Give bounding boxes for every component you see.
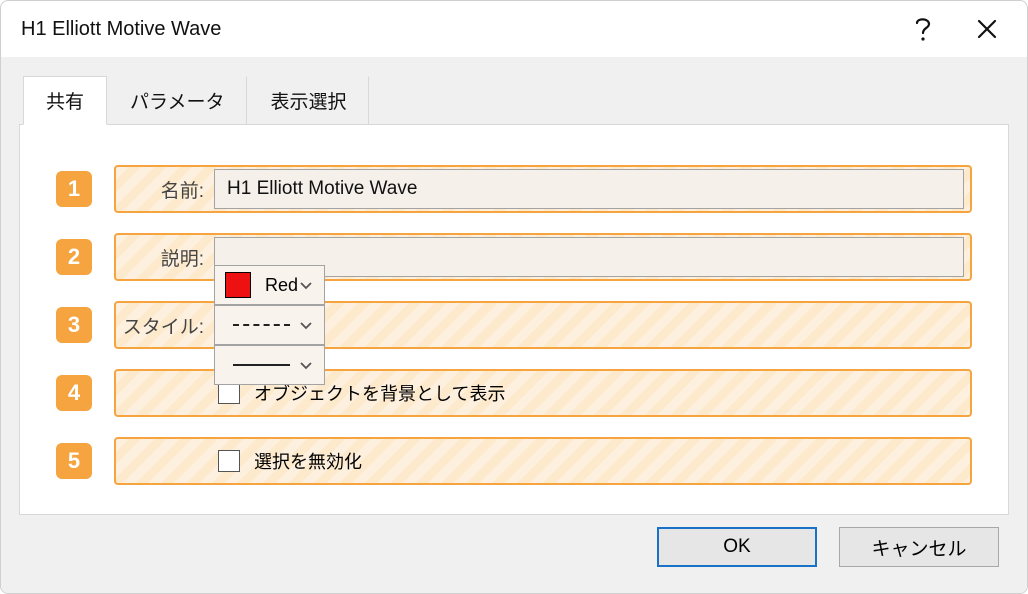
close-button[interactable] [955, 5, 1019, 53]
tab-parameters[interactable]: パラメータ [107, 76, 247, 125]
tab-label: パラメータ [130, 92, 224, 113]
tab-label: 共有 [46, 92, 84, 113]
badge-2: 2 [56, 239, 92, 275]
tab-visibility[interactable]: 表示選択 [247, 76, 369, 125]
dialog-window: H1 Elliott Motive Wave 共有 パラメータ 表示選択 1 [0, 0, 1028, 594]
color-name: Red [265, 275, 298, 296]
chevron-down-icon [298, 317, 314, 333]
name-input[interactable] [214, 169, 964, 209]
ok-button[interactable]: OK [657, 527, 817, 567]
badge-3: 3 [56, 307, 92, 343]
style-controls: Red [214, 265, 325, 385]
badge-4: 4 [56, 375, 92, 411]
description-input[interactable] [214, 237, 964, 277]
badge-5: 5 [56, 443, 92, 479]
close-icon [976, 18, 998, 40]
line-style-select[interactable] [214, 305, 325, 345]
tab-label: 表示選択 [270, 92, 346, 113]
dashed-line-icon [233, 324, 290, 326]
checkbox-label: 選択を無効化 [254, 448, 362, 474]
row-strip: 名前: [114, 165, 972, 213]
label-style: スタイル: [116, 312, 214, 339]
checkbox-icon [218, 382, 240, 404]
label-name: 名前: [116, 176, 214, 203]
client-area: 共有 パラメータ 表示選択 1 名前: 2 説明: [1, 57, 1027, 593]
checkbox-icon [218, 450, 240, 472]
help-button[interactable] [891, 5, 955, 53]
button-label: OK [723, 536, 750, 558]
row-style: 3 スタイル: Red [56, 301, 972, 349]
color-select[interactable]: Red [214, 265, 325, 305]
dialog-footer: OK キャンセル [19, 515, 1009, 579]
row-draw-background: 4 オブジェクトを背景として表示 [56, 369, 972, 417]
chevron-down-icon [298, 357, 314, 373]
tab-body: 1 名前: 2 説明: 3 [19, 124, 1009, 515]
form-rows: 1 名前: 2 説明: 3 [56, 165, 972, 485]
label-description: 説明: [116, 244, 214, 271]
row-disable-selection: 5 選択を無効化 [56, 437, 972, 485]
row-strip: スタイル: Red [114, 301, 972, 349]
solid-line-icon [233, 364, 290, 366]
help-icon [913, 15, 933, 43]
row-strip: 選択を無効化 [114, 437, 972, 485]
line-width-select[interactable] [214, 345, 325, 385]
checkbox-disable-selection[interactable]: 選択を無効化 [214, 448, 970, 474]
button-label: キャンセル [871, 534, 966, 561]
window-title: H1 Elliott Motive Wave [21, 18, 891, 41]
cancel-button[interactable]: キャンセル [839, 527, 999, 567]
row-name: 1 名前: [56, 165, 972, 213]
badge-1: 1 [56, 171, 92, 207]
row-description: 2 説明: [56, 233, 972, 281]
titlebar: H1 Elliott Motive Wave [1, 1, 1027, 57]
checkbox-draw-background[interactable]: オブジェクトを背景として表示 [214, 380, 970, 406]
chevron-down-icon [298, 277, 314, 293]
tab-common[interactable]: 共有 [23, 76, 107, 125]
tabs: 共有 パラメータ 表示選択 [19, 75, 1009, 124]
color-swatch-icon [225, 272, 251, 298]
